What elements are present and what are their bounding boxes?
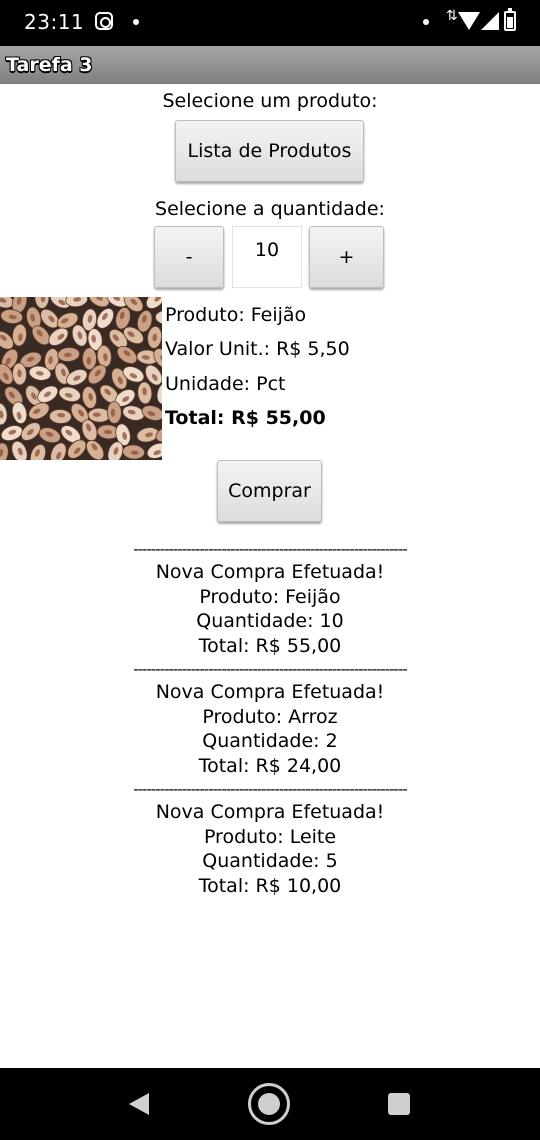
wifi-icon — [458, 12, 480, 30]
data-arrows-icon: ⇅ — [446, 8, 458, 24]
navigation-bar — [0, 1068, 540, 1140]
notification-dot-icon — [423, 19, 429, 25]
battery-icon — [504, 8, 516, 31]
back-icon[interactable] — [129, 1093, 149, 1115]
beans-icon — [0, 297, 162, 460]
separator: ----------------------------------------… — [133, 540, 408, 558]
purchase-quantity: Quantidade: 2 — [202, 730, 338, 752]
purchase-product: Produto: Leite — [203, 825, 337, 848]
purchase-entry: Nova Compra Efetuada! Produto: Leite Qua… — [0, 800, 540, 898]
select-product-label: Selecione um produto: — [162, 90, 378, 112]
instagram-icon — [95, 12, 113, 30]
status-bar: 23:11 ⇅ — [0, 0, 540, 46]
recent-apps-icon[interactable] — [388, 1093, 410, 1115]
purchase-total: Total: R$ 10,00 — [198, 874, 342, 897]
product-list-button[interactable]: Lista de Produtos — [175, 120, 364, 182]
product-image — [0, 297, 162, 460]
product-total: Total: R$ 55,00 — [165, 407, 326, 429]
purchase-entry: Nova Compra Efetuada! Produto: Feijão Qu… — [0, 560, 540, 658]
purchase-total: Total: R$ 24,00 — [198, 754, 342, 777]
product-unit: Unidade: Pct — [165, 373, 286, 395]
signal-icon — [481, 12, 499, 30]
product-name: Produto: Feijão — [165, 304, 307, 326]
home-icon[interactable] — [248, 1083, 290, 1125]
purchase-heading: Nova Compra Efetuada! — [155, 681, 385, 703]
purchase-product: Produto: Arroz — [202, 705, 338, 728]
separator: ----------------------------------------… — [133, 780, 408, 798]
purchase-product: Produto: Feijão — [199, 585, 341, 608]
product-unit-price: Valor Unit.: R$ 5,50 — [165, 338, 350, 360]
purchase-total: Total: R$ 55,00 — [198, 634, 342, 657]
purchase-history: ----------------------------------------… — [0, 538, 540, 898]
purchase-entry: Nova Compra Efetuada! Produto: Arroz Qua… — [0, 680, 540, 778]
app-title: Tarefa 3 — [6, 54, 93, 76]
quantity-input[interactable]: 10 — [232, 226, 302, 288]
purchase-quantity: Quantidade: 10 — [196, 610, 344, 632]
increase-quantity-button[interactable]: + — [309, 226, 384, 288]
purchase-heading: Nova Compra Efetuada! — [155, 561, 385, 583]
select-quantity-label: Selecione a quantidade: — [155, 198, 385, 220]
notification-dot-icon — [133, 19, 139, 25]
purchase-quantity: Quantidade: 5 — [202, 850, 338, 872]
buy-button[interactable]: Comprar — [217, 460, 322, 522]
title-bar: Tarefa 3 — [0, 46, 540, 84]
purchase-heading: Nova Compra Efetuada! — [155, 801, 385, 823]
status-time: 23:11 — [24, 10, 85, 34]
decrease-quantity-button[interactable]: - — [154, 226, 224, 288]
separator: ----------------------------------------… — [133, 660, 408, 678]
